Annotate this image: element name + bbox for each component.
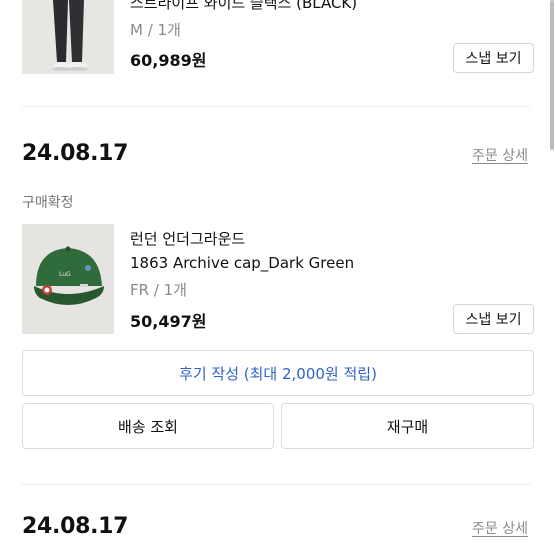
section-divider (22, 484, 530, 485)
product-price: 60,989원 (130, 51, 207, 70)
track-shipping-button[interactable]: 배송 조회 (22, 403, 274, 449)
order-detail-link[interactable]: 주문 상세 (472, 145, 528, 165)
brand-name[interactable]: 런던 언더그라운드 (130, 228, 245, 249)
snap-view-button[interactable]: 스냅 보기 (453, 304, 534, 334)
track-shipping-label: 배송 조회 (118, 417, 178, 436)
slacks-image (22, 0, 114, 74)
product-option: M / 1개 (130, 21, 181, 39)
scrollbar[interactable] (550, 0, 554, 150)
write-review-button[interactable]: 후기 작성 (최대 2,000원 적립) (22, 350, 534, 396)
product-price: 50,497원 (130, 312, 207, 331)
svg-text:LuG: LuG (59, 271, 71, 278)
snap-view-button[interactable]: 스냅 보기 (453, 43, 534, 73)
product-option: FR / 1개 (130, 281, 187, 299)
cap-image: LuG (22, 224, 114, 334)
product-thumbnail-slacks[interactable] (22, 0, 114, 74)
write-review-label: 후기 작성 (최대 2,000원 적립) (179, 364, 377, 383)
product-name[interactable]: 스트라이프 와이드 슬랙스 (BLACK) (130, 0, 357, 13)
product-thumbnail-cap[interactable]: LuG (22, 224, 114, 334)
order-date: 24.08.17 (22, 141, 129, 166)
order-detail-link[interactable]: 주문 상세 (472, 518, 528, 538)
order-date: 24.08.17 (22, 514, 129, 539)
reorder-button[interactable]: 재구매 (281, 403, 534, 449)
reorder-label: 재구매 (386, 417, 429, 436)
section-divider (22, 106, 530, 107)
product-name[interactable]: 1863 Archive cap_Dark Green (130, 254, 354, 272)
order-status: 구매확정 (22, 195, 74, 211)
